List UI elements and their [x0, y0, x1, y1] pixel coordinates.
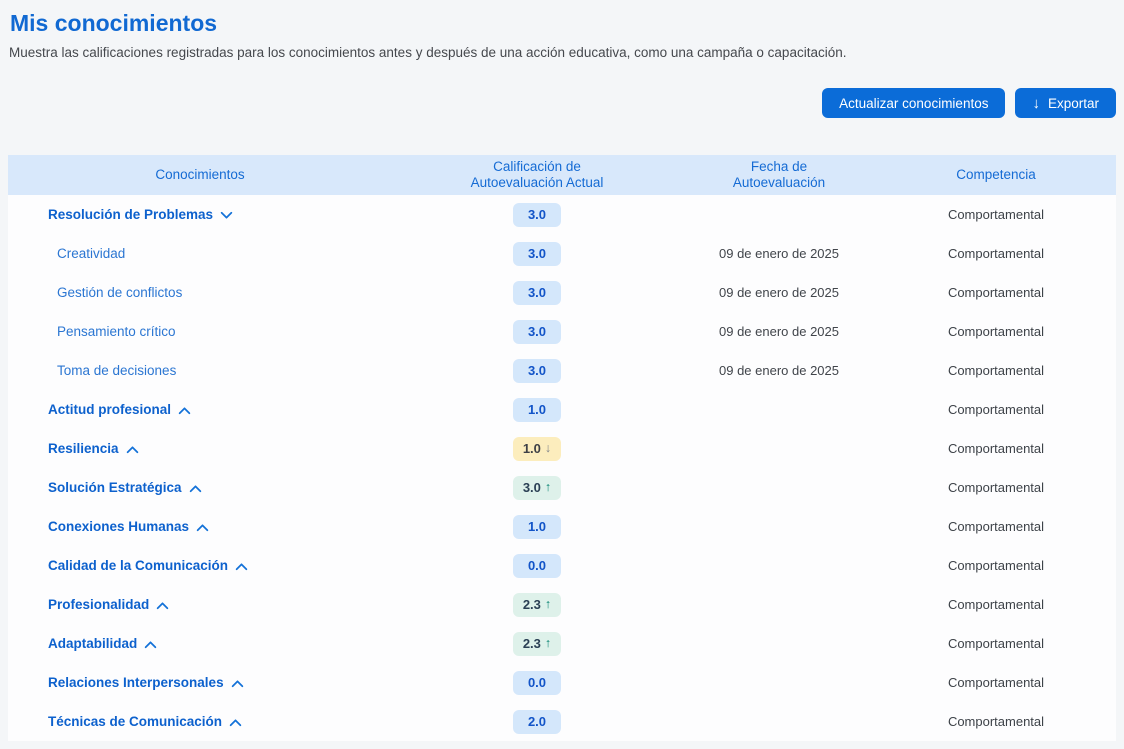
knowledge-link[interactable]: Resolución de Problemas [48, 207, 233, 222]
competencia-value: Comportamental [947, 441, 1045, 456]
column-header-competencia: Competencia [956, 167, 1036, 182]
table-row: Profesionalidad 2.3 ↑ Comportamental [8, 585, 1116, 624]
knowledge-link[interactable]: Conexiones Humanas [48, 519, 209, 534]
score-badge: 3.0 [513, 358, 561, 383]
table-row: Solución Estratégica 3.0 ↑ Comportamental [8, 468, 1116, 507]
score-badge: 1.0 [513, 397, 561, 422]
chevron-up-icon[interactable] [144, 640, 157, 649]
self-eval-date: 09 de enero de 2025 [719, 363, 839, 378]
chevron-up-icon[interactable] [178, 406, 191, 415]
knowledge-link[interactable]: Adaptabilidad [48, 636, 157, 651]
score-badge: 3.0 ↑ [513, 475, 561, 500]
my-knowledge-page: Mis conocimientos Muestra las calificaci… [0, 0, 1124, 749]
chevron-up-icon[interactable] [189, 484, 202, 493]
chevron-up-icon[interactable] [235, 562, 248, 571]
score-badge: 0.0 [513, 670, 561, 695]
competencia-value: Comportamental [947, 246, 1045, 261]
table-row: Actitud profesional 1.0 Comportamental [8, 390, 1116, 429]
competencia-value: Comportamental [947, 636, 1045, 651]
column-header-conocimientos: Conocimientos [155, 167, 245, 182]
chevron-up-icon[interactable] [126, 445, 139, 454]
score-badge: 2.3 ↑ [513, 631, 561, 656]
competencia-value: Comportamental [947, 480, 1045, 495]
table-row: Adaptabilidad 2.3 ↑ Comportamental [8, 624, 1116, 663]
competencia-value: Comportamental [947, 597, 1045, 612]
knowledge-link[interactable]: Pensamiento crítico [57, 324, 176, 339]
table-row: Pensamiento crítico 3.0 09 de enero de 2… [8, 312, 1116, 351]
table-header-row: Conocimientos Calificación de Autoevalua… [8, 155, 1116, 195]
chevron-up-icon[interactable] [229, 718, 242, 727]
competencia-value: Comportamental [947, 363, 1045, 378]
knowledge-link[interactable]: Profesionalidad [48, 597, 169, 612]
self-eval-date: 09 de enero de 2025 [719, 246, 839, 261]
knowledge-link[interactable]: Calidad de la Comunicación [48, 558, 248, 573]
chevron-up-icon[interactable] [196, 523, 209, 532]
competencia-value: Comportamental [947, 675, 1045, 690]
page-subtitle: Muestra las calificaciones registradas p… [9, 45, 847, 60]
competencia-value: Comportamental [947, 519, 1045, 534]
download-icon: ↓ [1032, 94, 1040, 112]
knowledge-link[interactable]: Gestión de conflictos [57, 285, 182, 300]
score-badge: 1.0 ↓ [513, 436, 561, 461]
score-badge: 2.0 [513, 709, 561, 734]
table-row: Gestión de conflictos 3.0 09 de enero de… [8, 273, 1116, 312]
competencia-value: Comportamental [947, 714, 1045, 729]
score-badge: 0.0 [513, 553, 561, 578]
table-row: Relaciones Interpersonales 0.0 Comportam… [8, 663, 1116, 702]
competencia-value: Comportamental [947, 402, 1045, 417]
update-knowledge-button[interactable]: Actualizar conocimientos [822, 88, 1006, 118]
score-badge: 3.0 [513, 241, 561, 266]
knowledge-link[interactable]: Técnicas de Comunicación [48, 714, 242, 729]
trend-up-icon: ↑ [544, 597, 552, 612]
trend-up-icon: ↑ [544, 636, 552, 651]
competencia-value: Comportamental [947, 207, 1045, 222]
self-eval-date: 09 de enero de 2025 [719, 285, 839, 300]
trend-up-icon: ↑ [544, 480, 552, 495]
knowledge-link[interactable]: Creatividad [57, 246, 125, 261]
column-header-calificacion: Calificación de Autoevaluación Actual [470, 159, 604, 190]
score-badge: 3.0 [513, 319, 561, 344]
table-row: Creatividad 3.0 09 de enero de 2025 Comp… [8, 234, 1116, 273]
score-badge: 3.0 [513, 202, 561, 227]
score-badge: 2.3 ↑ [513, 592, 561, 617]
page-title: Mis conocimientos [10, 10, 218, 36]
column-header-fecha: Fecha de Autoevaluación [732, 159, 826, 190]
competencia-value: Comportamental [947, 285, 1045, 300]
score-badge: 1.0 [513, 514, 561, 539]
export-label: Exportar [1047, 95, 1099, 111]
table-row: Resiliencia 1.0 ↓ Comportamental [8, 429, 1116, 468]
score-badge: 3.0 [513, 280, 561, 305]
table-body: Resolución de Problemas 3.0 Comportament… [8, 195, 1116, 741]
chevron-down-icon[interactable] [220, 211, 233, 220]
knowledge-link[interactable]: Toma de decisiones [57, 363, 176, 378]
competencia-value: Comportamental [947, 324, 1045, 339]
chevron-up-icon[interactable] [156, 601, 169, 610]
table-row: Conexiones Humanas 1.0 Comportamental [8, 507, 1116, 546]
knowledge-table: Conocimientos Calificación de Autoevalua… [8, 155, 1116, 741]
export-button[interactable]: ↓ Exportar [1015, 88, 1116, 118]
table-row: Toma de decisiones 3.0 09 de enero de 20… [8, 351, 1116, 390]
table-row: Calidad de la Comunicación 0.0 Comportam… [8, 546, 1116, 585]
knowledge-link[interactable]: Actitud profesional [48, 402, 191, 417]
table-row: Técnicas de Comunicación 2.0 Comportamen… [8, 702, 1116, 741]
chevron-up-icon[interactable] [231, 679, 244, 688]
trend-down-icon: ↓ [544, 441, 552, 456]
update-knowledge-label: Actualizar conocimientos [839, 95, 989, 111]
knowledge-link[interactable]: Solución Estratégica [48, 480, 202, 495]
table-row: Resolución de Problemas 3.0 Comportament… [8, 195, 1116, 234]
toolbar: Actualizar conocimientos ↓ Exportar [8, 88, 1116, 118]
knowledge-link[interactable]: Relaciones Interpersonales [48, 675, 244, 690]
competencia-value: Comportamental [947, 558, 1045, 573]
self-eval-date: 09 de enero de 2025 [719, 324, 839, 339]
knowledge-link[interactable]: Resiliencia [48, 441, 139, 456]
